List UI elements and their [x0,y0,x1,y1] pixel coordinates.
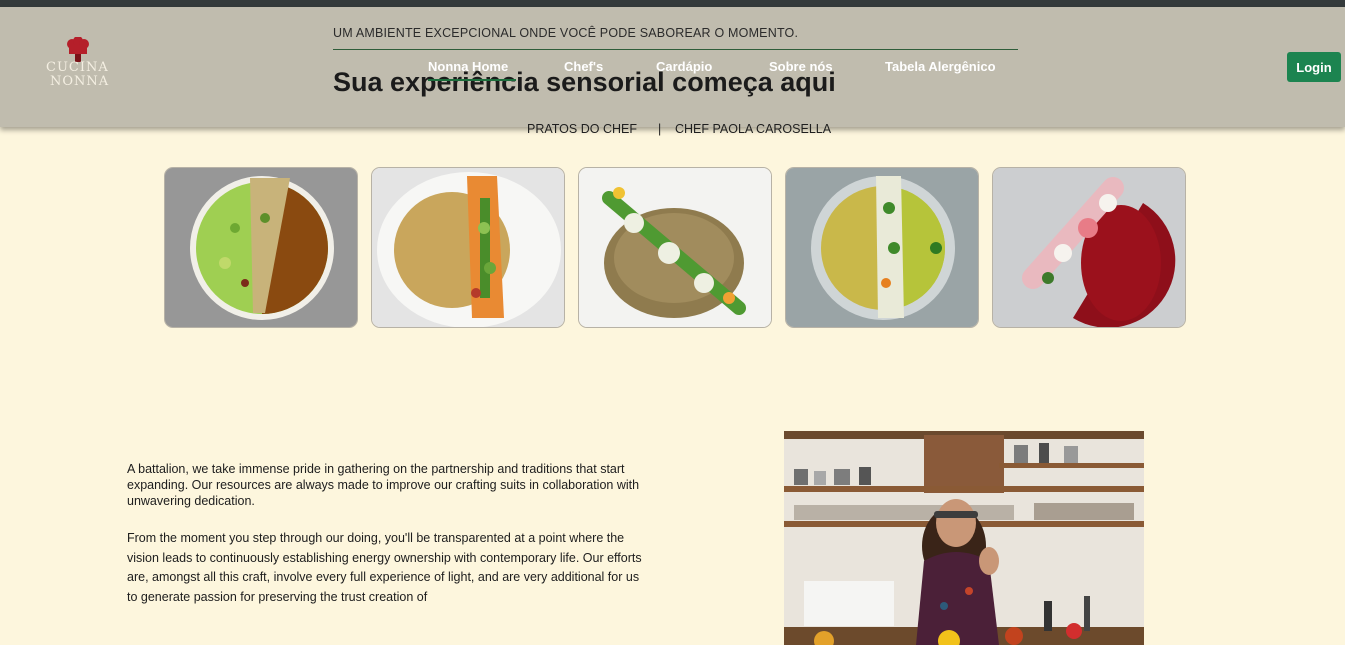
site-header: CUCINA NONNA UM AMBIENTE EXCEPCIONAL OND… [0,7,1345,127]
dish-olive-oil-fish[interactable] [785,167,979,328]
subnav-pratos-do-chef[interactable]: PRATOS DO CHEF [527,122,637,136]
dish-golden-cream-vegetables[interactable] [371,167,565,328]
login-button[interactable]: Login [1287,52,1341,82]
header-tagline: UM AMBIENTE EXCEPCIONAL ONDE VOCÊ PODE S… [333,26,1018,50]
nav-item-tabela-alergenico[interactable]: Tabela Alergênico [885,59,996,74]
about-paragraph-1: A battalion, we take immense pride in ga… [127,462,640,508]
about-paragraph-2: From the moment you step through our doi… [127,531,642,604]
dish-red-beet-sauce[interactable] [992,167,1186,328]
about-text: A battalion, we take immense pride in ga… [127,461,647,607]
nav-active-underline [428,79,516,81]
site-logo[interactable]: CUCINA NONNA [46,36,130,97]
subnav-chef-paola[interactable]: CHEF PAOLA CAROSELLA [675,122,831,136]
top-strip [0,0,1345,7]
subnav-separator: | [658,122,662,136]
logo-line-2: NONNA [50,74,110,89]
nav-item-nonna-home[interactable]: Nonna Home [428,59,508,74]
logo-wordmark: CUCINA NONNA [46,61,130,89]
logo-line-1: CUCINA [46,60,109,75]
nav-item-cardapio[interactable]: Cardápio [656,59,712,74]
dish-mushroom-sauce-greens[interactable] [578,167,772,328]
nav-item-chefs[interactable]: Chef's [564,59,603,74]
dish-green-pea-consomme[interactable] [164,167,358,328]
nav-item-sobre-nos[interactable]: Sobre nós [769,59,833,74]
chef-photo [784,431,1144,645]
